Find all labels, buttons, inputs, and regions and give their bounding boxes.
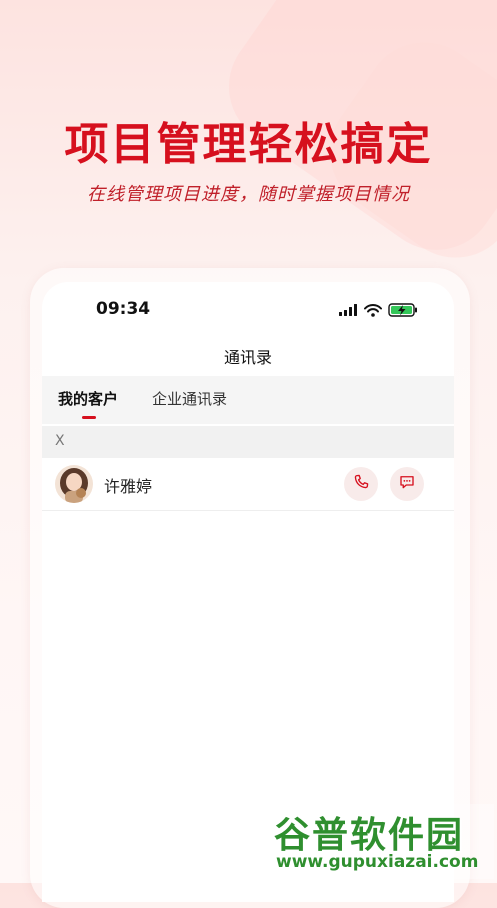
message-icon (398, 473, 416, 495)
status-icons (338, 302, 418, 321)
hero-subtitle: 在线管理项目进度，随时掌握项目情况 (87, 184, 410, 205)
index-section-header: X (42, 426, 454, 458)
status-bar: 09:34 (42, 282, 454, 338)
wifi-icon (364, 302, 382, 321)
call-button[interactable] (344, 467, 378, 501)
watermark-url: www.gupuxiazai.com (276, 852, 479, 872)
section-letter: X (55, 433, 65, 449)
hero-title: 项目管理轻松搞定 (64, 119, 433, 170)
active-tab-indicator (82, 416, 96, 419)
watermark: 谷普软件园 www.gupuxiazai.com (268, 804, 494, 879)
page-title: 通讯录 (223, 348, 272, 367)
signal-icon (338, 302, 358, 321)
message-button[interactable] (390, 467, 424, 501)
tab-my-clients[interactable]: 我的客户 (58, 388, 118, 409)
battery-charging-icon (388, 302, 418, 321)
tab-bar: 我的客户 企业通讯录 (42, 376, 454, 424)
status-time: 09:34 (96, 299, 151, 319)
avatar (55, 465, 93, 503)
phone-icon (352, 473, 370, 495)
tab-company-contacts[interactable]: 企业通讯录 (152, 388, 227, 409)
contact-row[interactable]: 许雅婷 (42, 458, 454, 511)
watermark-title: 谷普软件园 (274, 815, 465, 856)
contact-name: 许雅婷 (104, 477, 153, 496)
